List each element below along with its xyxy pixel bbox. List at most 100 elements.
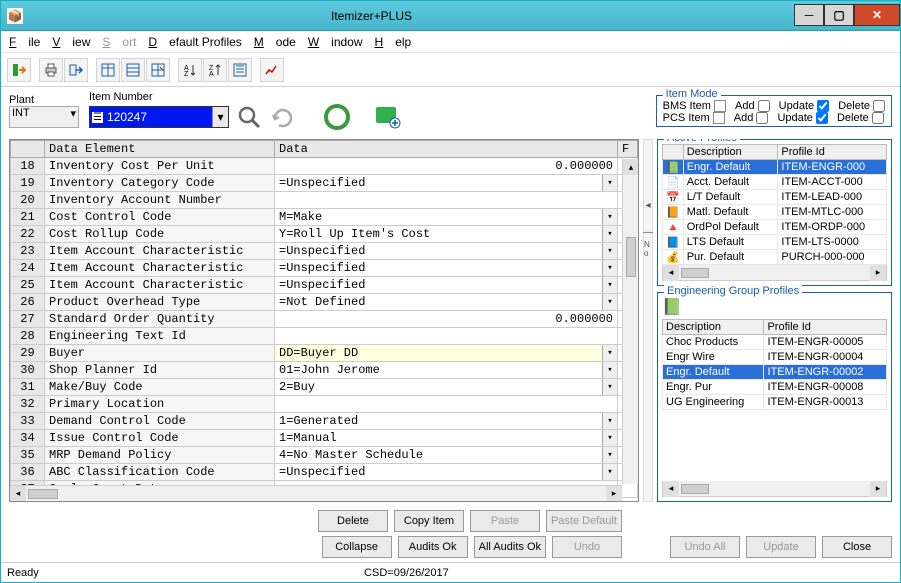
profile-row[interactable]: 📙Matl. DefaultITEM-MTLC-000: [663, 205, 887, 220]
update-checkbox[interactable]: [816, 112, 828, 124]
sort-asc-icon[interactable]: AZ: [178, 58, 202, 82]
window-close-button[interactable]: ✕: [854, 4, 900, 26]
print-icon[interactable]: [39, 58, 63, 82]
ep-col-desc[interactable]: Description: [663, 320, 764, 335]
menu-sort[interactable]: Sort: [102, 35, 136, 49]
profile-row[interactable]: UG EngineeringITEM-ENGR-00013: [663, 395, 887, 410]
profile-row[interactable]: Engr. PurITEM-ENGR-00008: [663, 380, 887, 395]
menu-default-profiles[interactable]: Default Profiles: [148, 35, 241, 49]
row-data[interactable]: =Unspecified▾: [275, 243, 618, 260]
data-grid[interactable]: Data Element Data F 18Inventory Cost Per…: [9, 139, 639, 502]
row-data[interactable]: [275, 328, 618, 345]
refresh-icon[interactable]: [323, 103, 351, 131]
grid-row[interactable]: 36ABC Classification Code =Unspecified▾: [11, 464, 638, 481]
chevron-down-icon[interactable]: ▾: [602, 464, 617, 480]
row-data[interactable]: =Not Defined▾: [275, 294, 618, 311]
chevron-down-icon[interactable]: ▾: [602, 447, 617, 463]
row-data[interactable]: =Unspecified▾: [275, 175, 618, 192]
grid-row[interactable]: 20Inventory Account Number: [11, 192, 638, 209]
profile-row[interactable]: 📅L/T DefaultITEM-LEAD-000: [663, 190, 887, 205]
add-checkbox[interactable]: [756, 112, 768, 124]
update-button[interactable]: Update: [746, 536, 816, 558]
profile-row[interactable]: Engr WireITEM-ENGR-00004: [663, 350, 887, 365]
add-item-icon[interactable]: [373, 103, 401, 131]
all-audits-ok-button[interactable]: All Audits Ok: [474, 536, 546, 558]
search-icon[interactable]: [235, 103, 263, 131]
row-data[interactable]: Y=Roll Up Item's Cost▾: [275, 226, 618, 243]
paste-default-button[interactable]: Paste Default: [546, 510, 622, 532]
grid-vscroll[interactable]: ▴: [622, 159, 638, 484]
grid-row[interactable]: 30Shop Planner Id01=John Jerome▾: [11, 362, 638, 379]
ep-col-pid[interactable]: Profile Id: [764, 320, 887, 335]
profile-row[interactable]: Engr. DefaultITEM-ENGR-00002: [663, 365, 887, 380]
menu-view[interactable]: View: [52, 35, 90, 49]
row-data[interactable]: 01=John Jerome▾: [275, 362, 618, 379]
grid-row[interactable]: 26Product Overhead Type =Not Defined▾: [11, 294, 638, 311]
chevron-down-icon[interactable]: ▾: [602, 345, 617, 361]
export-icon[interactable]: [64, 58, 88, 82]
row-data[interactable]: M=Make▾: [275, 209, 618, 226]
ap-hscroll[interactable]: ◂ ▸: [662, 265, 887, 281]
row-data[interactable]: [275, 192, 618, 209]
undo-icon[interactable]: [269, 103, 297, 131]
add-checkbox[interactable]: [758, 100, 770, 112]
chevron-down-icon[interactable]: ▾: [602, 175, 617, 191]
filter-icon[interactable]: [228, 58, 252, 82]
undo-button[interactable]: Undo: [552, 536, 622, 558]
row-data[interactable]: 1=Generated▾: [275, 413, 618, 430]
profile-row[interactable]: 📄Acct. DefaultITEM-ACCT-000: [663, 175, 887, 190]
grid-row[interactable]: 21Cost Control CodeM=Make▾: [11, 209, 638, 226]
grid-row[interactable]: 35MRP Demand Policy4=No Master Schedule▾: [11, 447, 638, 464]
row-data[interactable]: DD=Buyer DD▾: [275, 345, 618, 362]
grid-row[interactable]: 32Primary Location: [11, 396, 638, 413]
col-header-de[interactable]: Data Element: [45, 141, 275, 158]
chevron-down-icon[interactable]: ▾: [602, 243, 617, 259]
row-data[interactable]: =Unspecified▾: [275, 277, 618, 294]
ap-col-desc[interactable]: Description: [683, 145, 778, 160]
menu-file[interactable]: File: [9, 35, 40, 49]
window-maximize-button[interactable]: ▢: [824, 4, 854, 26]
delete-button[interactable]: Delete: [318, 510, 388, 532]
grid2-icon[interactable]: [121, 58, 145, 82]
collapse-button[interactable]: Collapse: [322, 536, 392, 558]
grid-hscroll[interactable]: ◂ ▸: [10, 485, 622, 501]
exit-icon[interactable]: [7, 58, 31, 82]
chevron-down-icon[interactable]: ▾: [602, 430, 617, 446]
col-header-data[interactable]: Data: [275, 141, 618, 158]
grid-row[interactable]: 25Item Account Characteristic =Unspecifi…: [11, 277, 638, 294]
grid-row[interactable]: 22Cost Rollup CodeY=Roll Up Item's Cost▾: [11, 226, 638, 243]
grid3-icon[interactable]: [146, 58, 170, 82]
row-data[interactable]: 0.000000: [275, 158, 618, 175]
profile-row[interactable]: 🔺OrdPol DefaultITEM-ORDP-000: [663, 220, 887, 235]
grid-row[interactable]: 33Demand Control Code1=Generated▾: [11, 413, 638, 430]
grid-row[interactable]: 24Item Account Characteristic =Unspecifi…: [11, 260, 638, 277]
delete-checkbox[interactable]: [872, 112, 884, 124]
window-minimize-button[interactable]: ─: [794, 4, 824, 26]
grid-row[interactable]: 19Inventory Category Code =Unspecified▾: [11, 175, 638, 192]
chevron-down-icon[interactable]: ▾: [602, 379, 617, 395]
grid-row[interactable]: 29BuyerDD=Buyer DD▾: [11, 345, 638, 362]
copy-item-button[interactable]: Copy Item: [394, 510, 464, 532]
grid-row[interactable]: 34Issue Control Code1=Manual▾: [11, 430, 638, 447]
chevron-down-icon[interactable]: ▾: [602, 277, 617, 293]
chevron-down-icon[interactable]: ▾: [602, 226, 617, 242]
grid-row[interactable]: 31Make/Buy Code2=Buy▾: [11, 379, 638, 396]
menu-window[interactable]: Window: [308, 35, 363, 49]
ep-hscroll[interactable]: ◂ ▸: [662, 481, 887, 497]
menu-mode[interactable]: Mode: [254, 35, 296, 49]
profile-row[interactable]: Choc ProductsITEM-ENGR-00005: [663, 335, 887, 350]
row-data[interactable]: =Unspecified▾: [275, 260, 618, 277]
plant-select[interactable]: INT ▾: [9, 106, 79, 128]
chevron-down-icon[interactable]: ▾: [212, 107, 228, 127]
row-data[interactable]: 1=Manual▾: [275, 430, 618, 447]
delete-checkbox[interactable]: [873, 100, 885, 112]
row-data[interactable]: [275, 396, 618, 413]
grid-row[interactable]: 18Inventory Cost Per Unit0.000000: [11, 158, 638, 175]
chevron-down-icon[interactable]: ▾: [602, 209, 617, 225]
audits-ok-button[interactable]: Audits Ok: [398, 536, 468, 558]
chevron-down-icon[interactable]: ▾: [602, 260, 617, 276]
profile-row[interactable]: 💰Pur. DefaultPURCH-000-000: [663, 250, 887, 265]
splitter[interactable]: ◂ — N o: [643, 139, 653, 502]
eng-profiles-table[interactable]: Description Profile Id Choc ProductsITEM…: [662, 319, 887, 410]
menu-help[interactable]: Help: [375, 35, 412, 49]
